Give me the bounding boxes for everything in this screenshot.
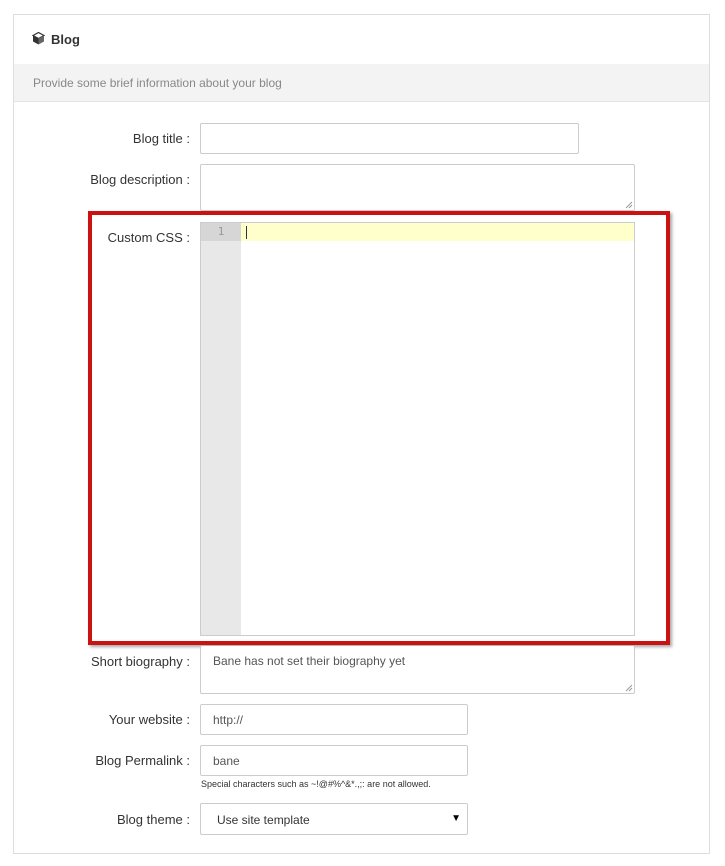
website-input[interactable]: http://: [200, 704, 468, 735]
panel-subtitle-bar: Provide some brief information about you…: [14, 64, 709, 102]
blog-title-label: Blog title :: [132, 131, 190, 146]
blog-description-label: Blog description :: [90, 172, 190, 187]
theme-select[interactable]: Use site template ▼: [200, 803, 468, 835]
permalink-hint: Special characters such as ~!@#%^&*.,;: …: [201, 779, 431, 789]
annotation-highlight-box: [88, 211, 670, 645]
panel-header: Blog: [14, 15, 709, 65]
resize-grip-icon[interactable]: [625, 684, 633, 692]
panel-subtitle: Provide some brief information about you…: [33, 76, 282, 90]
theme-selected-value: Use site template: [217, 813, 310, 827]
website-label: Your website :: [108, 712, 190, 727]
permalink-value: bane: [213, 754, 240, 768]
permalink-input[interactable]: bane: [200, 745, 468, 776]
resize-grip-icon[interactable]: [625, 201, 633, 209]
blog-description-textarea[interactable]: [200, 164, 635, 211]
chevron-down-icon: ▼: [451, 813, 461, 824]
theme-label: Blog theme :: [117, 812, 190, 827]
short-biography-value: Bane has not set their biography yet: [213, 654, 406, 668]
short-biography-textarea[interactable]: Bane has not set their biography yet: [200, 646, 635, 694]
permalink-label: Blog Permalink :: [95, 753, 190, 768]
short-biography-label: Short biography :: [90, 654, 190, 669]
website-value: http://: [213, 713, 244, 727]
blog-title-input[interactable]: [200, 123, 579, 154]
panel-title: Blog: [51, 32, 80, 47]
cube-icon: [32, 32, 45, 45]
